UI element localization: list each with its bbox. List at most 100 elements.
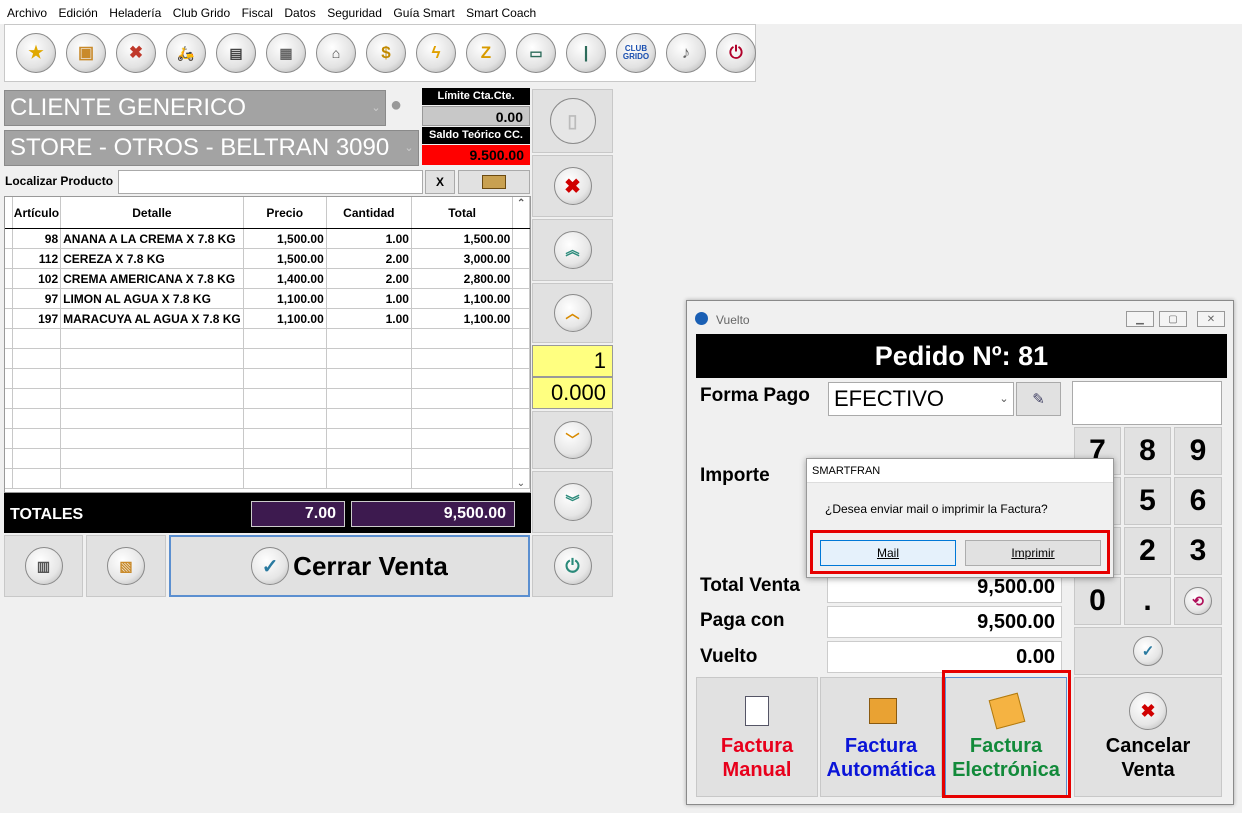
client-name: CLIENTE GENERICO bbox=[10, 94, 247, 121]
chevron-down-icon: ⌄ bbox=[404, 142, 414, 154]
club-grido-icon[interactable]: CLUB GRIDO bbox=[616, 33, 656, 73]
minimize-button[interactable]: ▁ bbox=[1126, 311, 1154, 327]
close-icon: ✖ bbox=[553, 167, 592, 205]
power-icon: ⏻ bbox=[553, 547, 592, 585]
store-select[interactable]: STORE - OTROS - BELTRAN 3090 ⌄ bbox=[4, 130, 419, 166]
backspace-button[interactable]: ⟲ bbox=[1174, 577, 1222, 625]
confirm-button[interactable]: ✓ bbox=[1074, 627, 1222, 675]
edit-icon: ✎ bbox=[1032, 391, 1045, 408]
table-row[interactable]: 197 MARACUYA AL AGUA X 7.8 KG 1,100.00 1.00… bbox=[5, 308, 530, 329]
factura-automatica-line2: Automática bbox=[826, 759, 936, 781]
exit-button[interactable]: ⏻ bbox=[532, 535, 613, 597]
check-icon: ✓ bbox=[251, 547, 290, 585]
phone-button[interactable]: ▯ bbox=[532, 89, 613, 153]
payment-detail-button[interactable]: ✎ bbox=[1016, 382, 1061, 416]
table-row bbox=[5, 428, 530, 449]
factura-automatica-button[interactable]: Factura Automática bbox=[820, 677, 942, 797]
search-icon[interactable]: ● bbox=[390, 94, 418, 122]
key-5[interactable]: 5 bbox=[1124, 477, 1171, 525]
row-down-button[interactable]: ﹀ bbox=[532, 411, 613, 469]
page-down-button[interactable]: ︾ bbox=[532, 471, 613, 533]
scroll-up-icon[interactable]: ⌃ bbox=[512, 197, 530, 229]
factura-automatica-line1: Factura bbox=[844, 735, 918, 757]
table-header: Artículo Detalle Precio Cantidad Total ⌃ bbox=[5, 197, 530, 229]
monitor-icon[interactable]: ▭ bbox=[516, 33, 556, 73]
menu-club-grido[interactable]: Club Grido bbox=[173, 6, 230, 20]
boxes-button[interactable]: ▧ bbox=[86, 535, 166, 597]
box-icon[interactable]: ▣ bbox=[66, 33, 106, 73]
key-3[interactable]: 3 bbox=[1174, 527, 1222, 575]
bell-icon[interactable]: ♪ bbox=[666, 33, 706, 73]
table-row bbox=[5, 368, 530, 389]
keyboard-button[interactable] bbox=[458, 170, 530, 194]
close-sale-label: Cerrar Venta bbox=[293, 550, 448, 581]
money-exchange-icon[interactable]: $ bbox=[366, 33, 406, 73]
saldo-value: 9.500.00 bbox=[422, 145, 530, 165]
importe-label: Importe bbox=[700, 465, 770, 486]
star-icon[interactable]: ★ bbox=[16, 33, 56, 73]
weight-display[interactable]: 0.000 bbox=[532, 377, 613, 409]
search-input[interactable] bbox=[118, 170, 423, 194]
col-detalle[interactable]: Detalle bbox=[60, 197, 244, 229]
factura-manual-button[interactable]: Factura Manual bbox=[696, 677, 818, 797]
close-sale-button[interactable]: ✓ Cerrar Venta bbox=[169, 535, 530, 597]
col-cantidad[interactable]: Cantidad bbox=[326, 197, 412, 229]
table-row[interactable]: 98 ANANA A LA CREMA X 7.8 KG 1,500.00 1.00 1… bbox=[5, 228, 530, 249]
key-decimal[interactable]: . bbox=[1124, 577, 1171, 625]
delete-item-button[interactable]: ✖ bbox=[532, 155, 613, 217]
highlight-msgbox-buttons bbox=[810, 530, 1110, 574]
menu-edicion[interactable]: Edición bbox=[58, 6, 97, 20]
warehouse-icon[interactable]: ▤ bbox=[216, 33, 256, 73]
menu-archivo[interactable]: Archivo bbox=[7, 6, 47, 20]
forma-pago-select[interactable]: EFECTIVO ⌄ bbox=[828, 382, 1014, 416]
key-8[interactable]: 8 bbox=[1124, 427, 1171, 475]
menu-smart-coach[interactable]: Smart Coach bbox=[466, 6, 536, 20]
clear-search-button[interactable]: X bbox=[425, 170, 455, 194]
row-up-button[interactable]: ︿ bbox=[532, 283, 613, 343]
close-window-button[interactable]: ✕ bbox=[1197, 311, 1225, 327]
totals-bar: TOTALES 7.00 9,500.00 bbox=[4, 493, 531, 533]
menu-seguridad[interactable]: Seguridad bbox=[327, 6, 382, 20]
maximize-button[interactable]: ▢ bbox=[1159, 311, 1187, 327]
key-9[interactable]: 9 bbox=[1174, 427, 1222, 475]
table-row[interactable]: 97 LIMON AL AGUA X 7.8 KG 1,100.00 1.00 1,10… bbox=[5, 288, 530, 309]
invoice-icon[interactable]: ▦ bbox=[266, 33, 306, 73]
key-6[interactable]: 6 bbox=[1174, 477, 1222, 525]
client-select[interactable]: CLIENTE GENERICO ⌄ bbox=[4, 90, 386, 126]
quantity-display[interactable]: 1 bbox=[532, 345, 613, 377]
cancelar-venta-button[interactable]: ✖ Cancelar Venta bbox=[1074, 677, 1222, 797]
cash-register-button[interactable]: ▥ bbox=[4, 535, 83, 597]
col-total[interactable]: Total bbox=[411, 197, 514, 229]
col-precio[interactable]: Precio bbox=[243, 197, 327, 229]
table-row[interactable]: 102 CREMA AMERICANA X 7.8 KG 1,400.00 2.00 2… bbox=[5, 268, 530, 289]
page-up-button[interactable]: ︽ bbox=[532, 219, 613, 281]
paga-con-input[interactable]: 9,500.00 bbox=[827, 606, 1062, 638]
total-venta-label: Total Venta bbox=[700, 575, 800, 596]
table-row bbox=[5, 328, 530, 349]
scroll-down-icon[interactable]: ⌄ bbox=[513, 478, 529, 490]
col-articulo[interactable]: Artículo bbox=[12, 197, 62, 229]
z-report-icon[interactable]: Z bbox=[466, 33, 506, 73]
limit-value: 0.00 bbox=[422, 106, 530, 126]
power-icon[interactable]: ⏻ bbox=[716, 33, 756, 73]
lightning-icon[interactable]: ϟ bbox=[416, 33, 456, 73]
dialog-title: Vuelto bbox=[716, 313, 750, 327]
storage-icon[interactable]: ⌂ bbox=[316, 33, 356, 73]
saldo-label: Saldo Teórico CC. bbox=[422, 127, 530, 144]
key-0[interactable]: 0 bbox=[1074, 577, 1121, 625]
menu-fiscal[interactable]: Fiscal bbox=[242, 6, 273, 20]
toolbar: ★ ▣ ✖ 🛵 ▤ ▦ ⌂ $ ϟ Z ▭ | CLUB GRIDO ♪ ⏻ bbox=[4, 24, 756, 82]
product-table: Artículo Detalle Precio Cantidad Total ⌃… bbox=[4, 196, 531, 493]
delivery-scooter-icon[interactable]: 🛵 bbox=[166, 33, 206, 73]
backspace-icon: ⟲ bbox=[1184, 587, 1212, 615]
keypad-display[interactable] bbox=[1072, 381, 1222, 425]
cancel-box-icon[interactable]: ✖ bbox=[116, 33, 156, 73]
divider-icon[interactable]: | bbox=[566, 33, 606, 73]
menu-heladeria[interactable]: Heladería bbox=[109, 6, 161, 20]
table-row[interactable]: 112 CEREZA X 7.8 KG 1,500.00 2.00 3,000.00 bbox=[5, 248, 530, 269]
key-2[interactable]: 2 bbox=[1124, 527, 1171, 575]
forma-pago-label: Forma Pago bbox=[700, 385, 810, 406]
factura-manual-line1: Factura bbox=[720, 735, 794, 757]
menu-datos[interactable]: Datos bbox=[284, 6, 315, 20]
menu-guia-smart[interactable]: Guía Smart bbox=[393, 6, 454, 20]
